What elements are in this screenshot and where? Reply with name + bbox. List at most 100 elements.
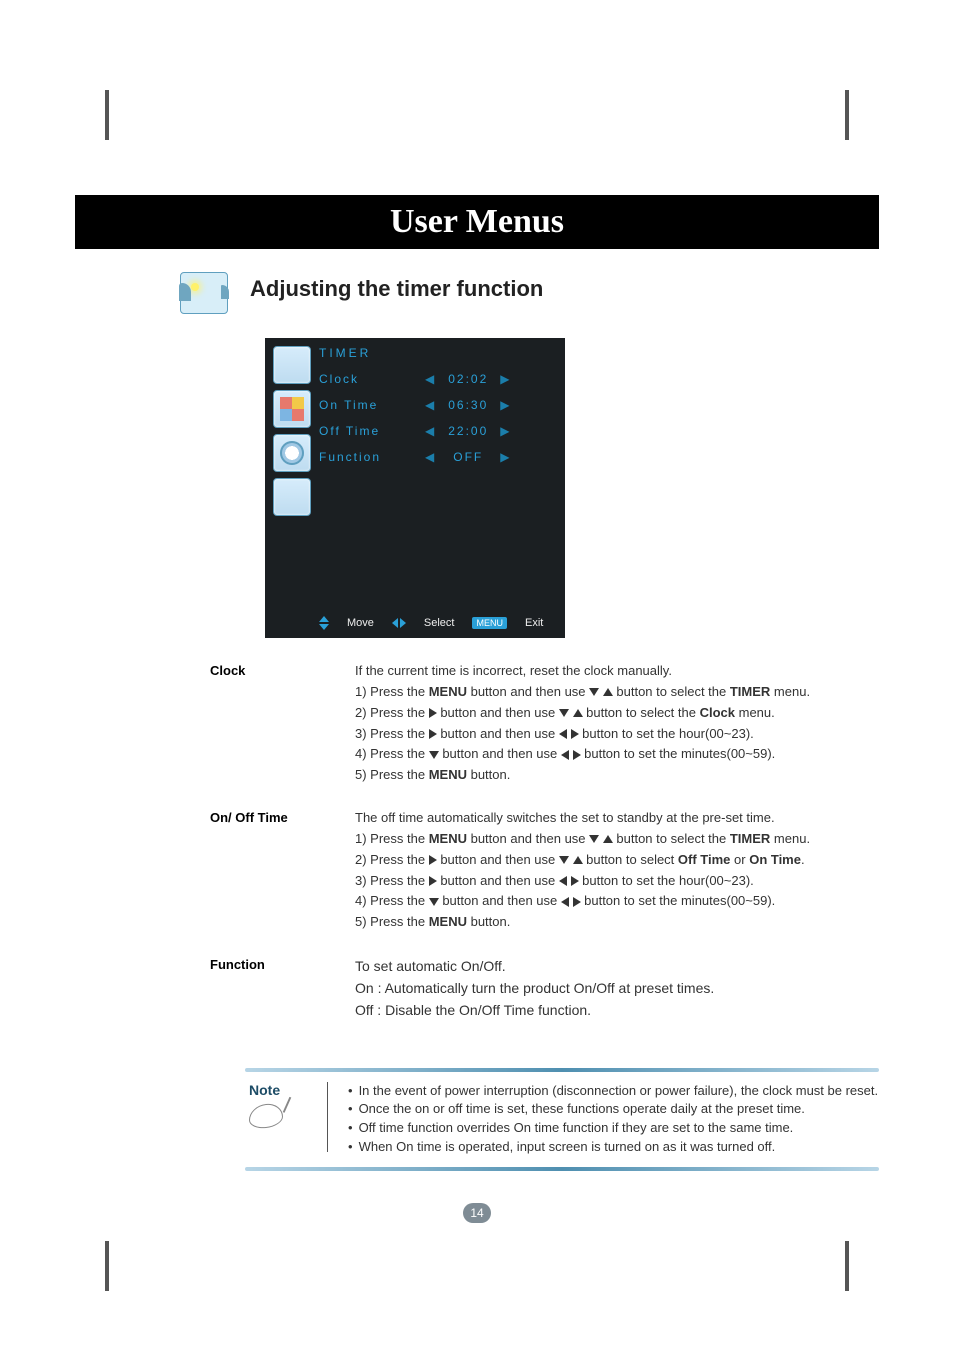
osd-footer: Move Select MENU Exit xyxy=(319,616,555,630)
osd-row-label: On Time xyxy=(319,398,419,412)
desc-step-4: 4) Press the button and then use button … xyxy=(355,745,869,764)
desc-step-1: 1) Press the MENU button and then use bu… xyxy=(355,683,869,702)
down-arrow-icon xyxy=(429,898,439,906)
desc-step-5: 5) Press the MENU button. xyxy=(355,766,869,785)
osd-row-value: 02:02 xyxy=(442,372,494,386)
osd-sidebar xyxy=(273,346,313,588)
triangle-left-icon: ◀ xyxy=(419,424,442,438)
note-hand-icon xyxy=(249,1102,283,1130)
osd-row-value: 06:30 xyxy=(442,398,494,412)
desc-body: If the current time is incorrect, reset … xyxy=(355,662,869,785)
document-page: User Menus Adjusting the timer function … xyxy=(0,0,954,1351)
right-arrow-icon xyxy=(571,729,579,739)
osd-footer-exit: Exit xyxy=(525,617,543,629)
right-arrow-icon xyxy=(429,876,437,886)
osd-tab-jigsaw-icon xyxy=(273,390,311,428)
triangle-left-icon: ◀ xyxy=(419,398,442,412)
desc-step-4: 4) Press the button and then use button … xyxy=(355,892,869,911)
page-title: User Menus xyxy=(390,203,564,240)
menu-badge: MENU xyxy=(472,617,507,629)
desc-body: The off time automatically switches the … xyxy=(355,809,869,932)
note-item: Once the on or off time is set, these fu… xyxy=(348,1100,878,1119)
note-row: Note In the event of power interruption … xyxy=(245,1082,879,1157)
up-arrow-icon xyxy=(603,835,613,843)
desc-line: To set automatic On/Off. xyxy=(355,956,869,978)
desc-step-2: 2) Press the button and then use button … xyxy=(355,851,869,870)
desc-intro: If the current time is incorrect, reset … xyxy=(355,662,869,681)
osd-row-off-time: Off Time ◀ 22:00 ▶ xyxy=(319,424,555,438)
right-arrow-icon xyxy=(429,729,437,739)
divider xyxy=(245,1167,879,1171)
left-arrow-icon xyxy=(559,876,567,886)
divider xyxy=(245,1068,879,1072)
down-arrow-icon xyxy=(589,835,599,843)
desc-line: Off : Disable the On/Off Time function. xyxy=(355,1000,869,1022)
desc-label: Function xyxy=(210,956,320,975)
up-down-icon xyxy=(319,616,329,630)
osd-rows: Clock ◀ 02:02 ▶ On Time ◀ 06:30 ▶ Off Ti… xyxy=(319,372,555,464)
left-arrow-icon xyxy=(561,897,569,907)
note-list: In the event of power interruption (disc… xyxy=(348,1082,878,1157)
triangle-left-icon: ◀ xyxy=(419,372,442,386)
triangle-right-icon: ▶ xyxy=(494,424,517,438)
up-arrow-icon xyxy=(573,856,583,864)
note-item: Off time function overrides On time func… xyxy=(348,1119,878,1138)
osd-row-value: OFF xyxy=(442,450,494,464)
right-arrow-icon xyxy=(571,876,579,886)
down-arrow-icon xyxy=(429,751,439,759)
osd-footer-select: Select xyxy=(424,617,455,629)
left-right-icon xyxy=(392,618,406,628)
right-arrow-icon xyxy=(429,855,437,865)
section-title: Adjusting the timer function xyxy=(250,276,543,302)
osd-row-function: Function ◀ OFF ▶ xyxy=(319,450,555,464)
osd-row-label: Off Time xyxy=(319,424,419,438)
triangle-left-icon: ◀ xyxy=(419,450,442,464)
down-arrow-icon xyxy=(559,856,569,864)
left-arrow-icon xyxy=(561,750,569,760)
desc-step-3: 3) Press the button and then use button … xyxy=(355,725,869,744)
osd-tab-timer-icon xyxy=(273,434,311,472)
down-arrow-icon xyxy=(589,688,599,696)
osd-row-value: 22:00 xyxy=(442,424,494,438)
page-number: 14 xyxy=(463,1203,491,1223)
desc-onoff: On/ Off Time The off time automatically … xyxy=(205,809,869,932)
content-area: Adjusting the timer function TIMER Clock… xyxy=(75,260,879,1261)
desc-body: To set automatic On/Off. On : Automatica… xyxy=(355,956,869,1021)
desc-step-5: 5) Press the MENU button. xyxy=(355,913,869,932)
page-title-bar: User Menus xyxy=(75,195,879,249)
triangle-right-icon: ▶ xyxy=(494,398,517,412)
desc-function: Function To set automatic On/Off. On : A… xyxy=(205,956,869,1021)
landscape-icon xyxy=(180,272,228,314)
note-item: In the event of power interruption (disc… xyxy=(348,1082,878,1101)
right-arrow-icon xyxy=(573,750,581,760)
osd-footer-move: Move xyxy=(347,617,374,629)
up-arrow-icon xyxy=(603,688,613,696)
section-header: Adjusting the timer function xyxy=(180,270,879,326)
up-arrow-icon xyxy=(573,709,583,717)
desc-clock: Clock If the current time is incorrect, … xyxy=(205,662,869,785)
right-arrow-icon xyxy=(573,897,581,907)
note-label: Note xyxy=(249,1082,315,1098)
crop-mark xyxy=(105,90,109,140)
desc-label: Clock xyxy=(210,662,320,681)
note-block: Note In the event of power interruption … xyxy=(245,1068,879,1181)
right-arrow-icon xyxy=(429,708,437,718)
osd-screenshot: TIMER Clock ◀ 02:02 ▶ On Time ◀ 06:30 ▶ … xyxy=(265,338,565,638)
triangle-right-icon: ▶ xyxy=(494,372,517,386)
desc-step-2: 2) Press the button and then use button … xyxy=(355,704,869,723)
triangle-right-icon: ▶ xyxy=(494,450,517,464)
crop-mark xyxy=(845,90,849,140)
osd-row-label: Function xyxy=(319,450,419,464)
osd-row-clock: Clock ◀ 02:02 ▶ xyxy=(319,372,555,386)
desc-step-3: 3) Press the button and then use button … xyxy=(355,872,869,891)
osd-header: TIMER xyxy=(319,346,371,360)
desc-line: On : Automatically turn the product On/O… xyxy=(355,978,869,1000)
desc-step-1: 1) Press the MENU button and then use bu… xyxy=(355,830,869,849)
osd-row-label: Clock xyxy=(319,372,419,386)
desc-intro: The off time automatically switches the … xyxy=(355,809,869,828)
down-arrow-icon xyxy=(559,709,569,717)
note-left: Note xyxy=(245,1082,328,1152)
note-item: When On time is operated, input screen i… xyxy=(348,1138,878,1157)
left-arrow-icon xyxy=(559,729,567,739)
osd-tab-icon xyxy=(273,346,311,384)
